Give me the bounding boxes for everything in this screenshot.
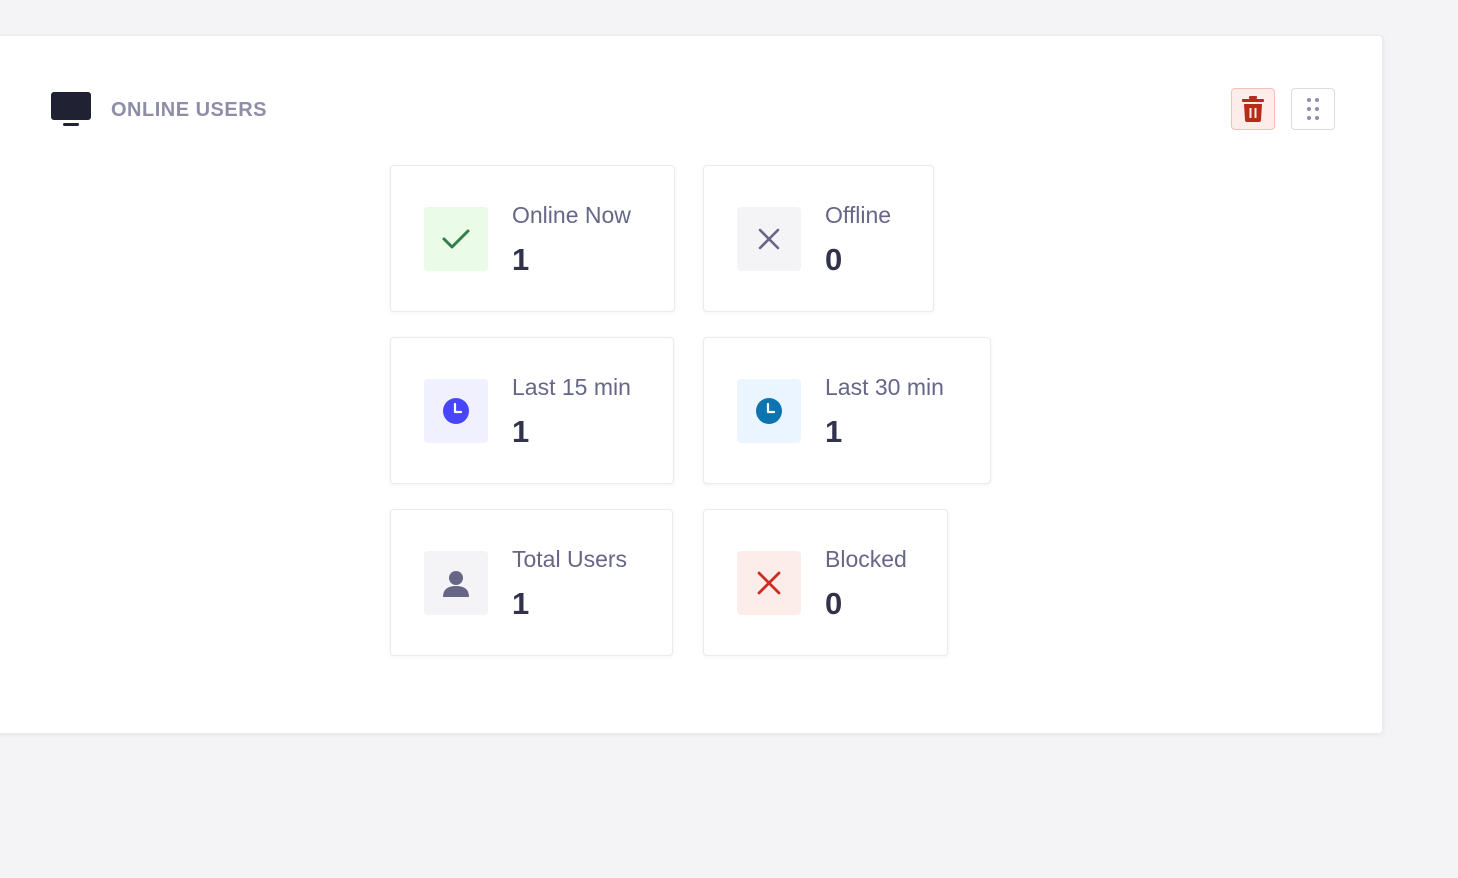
stat-value: 1	[825, 414, 843, 449]
stat-label: Last 15 min	[512, 374, 631, 400]
stat-icon-box	[424, 207, 488, 271]
stat-value: 0	[825, 242, 843, 277]
stat-value: 1	[512, 242, 530, 277]
stat-value: 0	[825, 586, 843, 621]
stat-icon-box	[424, 551, 488, 615]
cross-icon	[757, 571, 781, 595]
stat-card-online-now: Online Now 1	[390, 165, 675, 312]
stat-label: Online Now	[512, 202, 631, 228]
delete-widget-button[interactable]	[1231, 88, 1275, 130]
stat-card-total-users: Total Users 1	[390, 509, 673, 656]
stat-card-blocked: Blocked 0	[703, 509, 948, 656]
stat-card-offline: Offline 0	[703, 165, 934, 312]
stat-icon-box	[424, 379, 488, 443]
stat-label: Total Users	[512, 546, 628, 572]
clock-icon	[756, 398, 782, 424]
stat-value: 1	[512, 586, 530, 621]
check-icon	[442, 229, 470, 249]
drag-handle-icon	[1307, 98, 1319, 120]
stat-card-last-30-min: Last 30 min 1	[703, 337, 991, 484]
cross-icon	[758, 228, 780, 250]
stat-value: 1	[512, 414, 530, 449]
widget-title: ONLINE USERS	[111, 98, 268, 121]
drag-handle-button[interactable]	[1291, 88, 1335, 130]
widget-header: ONLINE USERS	[51, 92, 267, 128]
clock-icon	[443, 398, 469, 424]
stat-label: Blocked	[825, 546, 907, 572]
stat-label: Last 30 min	[825, 374, 944, 400]
user-icon	[443, 571, 469, 597]
online-users-widget: ONLINE USERS Online Now 1 Offline 0 Last…	[0, 35, 1383, 734]
trash-icon	[1242, 96, 1264, 122]
stat-icon-box	[737, 379, 801, 443]
stat-card-last-15-min: Last 15 min 1	[390, 337, 674, 484]
stat-icon-box	[737, 551, 801, 615]
stat-label: Offline	[825, 202, 892, 228]
stat-icon-box	[737, 207, 801, 271]
monitor-icon	[51, 92, 91, 126]
